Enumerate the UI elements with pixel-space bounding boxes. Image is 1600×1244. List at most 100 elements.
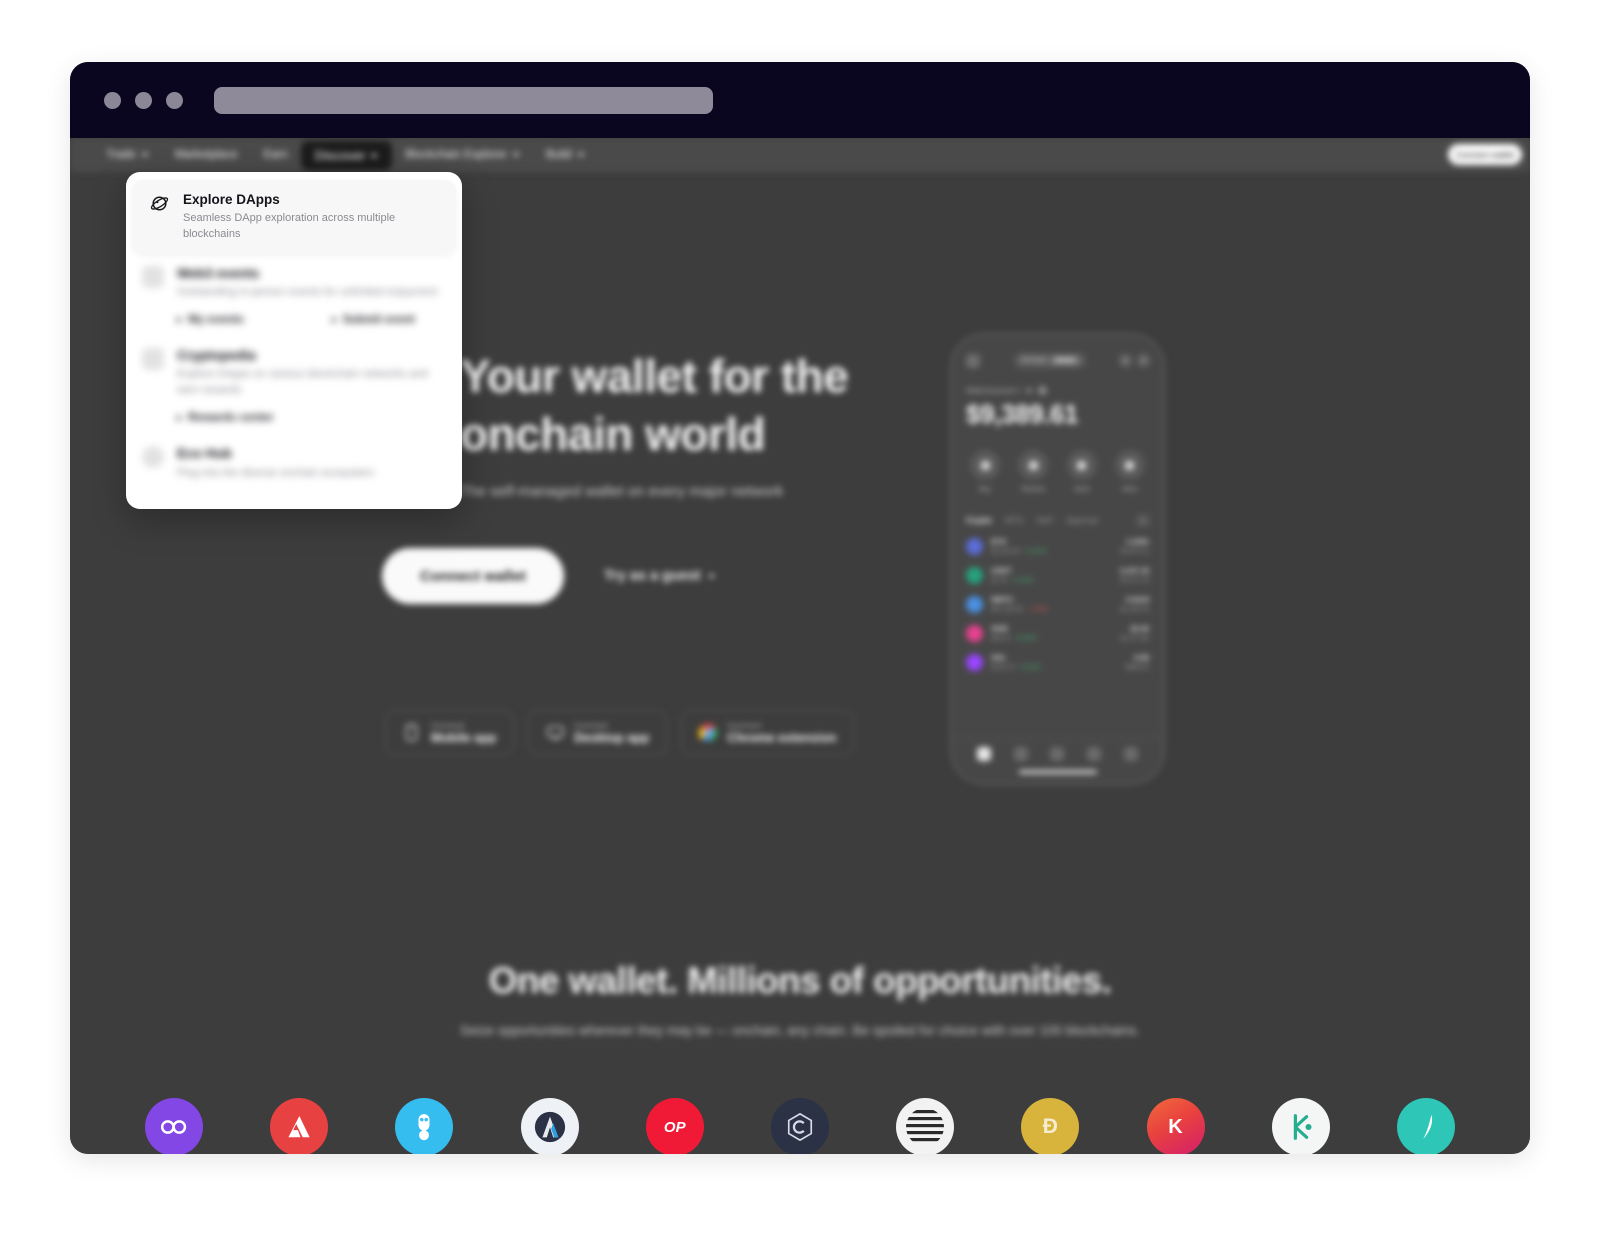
account-label: Web3 Account 1 <box>966 386 1021 395</box>
search-icon[interactable] <box>1138 355 1149 366</box>
sidebar-item-logo[interactable] <box>70 143 93 167</box>
dropdown-item-web3-events[interactable]: Web3 events Outstanding in-person events… <box>126 254 462 312</box>
phone-topbar: Onchain Mode <box>966 353 1149 368</box>
network-chip[interactable]: Onchain Mode <box>1014 353 1086 368</box>
scan-icon[interactable] <box>1120 355 1131 366</box>
maximize-dot[interactable] <box>166 91 183 109</box>
calendar-icon <box>142 266 164 289</box>
chevron-down-icon <box>576 153 585 157</box>
token-value: $996.04 <box>1125 664 1150 671</box>
token-price: $142.70 <box>991 664 1015 671</box>
nav-item-build[interactable]: Build <box>533 143 598 167</box>
token-change: +0.01% <box>1011 577 1034 584</box>
nav-item-discover-label: Discover <box>314 147 366 163</box>
token-value: $1,077.66 <box>1120 635 1149 642</box>
phone-tabs: Crypto NFTs DeFi Approval <box>966 515 1149 526</box>
chain-logo-bnb-chain[interactable] <box>395 1098 454 1154</box>
phone-mockup: Onchain Mode Web3 Account 1 $9,389.61 Bu… <box>950 333 1165 785</box>
minimize-dot[interactable] <box>135 91 152 109</box>
url-bar[interactable] <box>214 86 713 114</box>
list-item[interactable]: SOL $142.70 +4.02% 6.98 $996.04 <box>966 653 1149 671</box>
list-item[interactable]: WBTC $61,208.00 -1.08% 0.0218 $1,334.34 <box>966 595 1149 613</box>
chain-logo-conflux[interactable] <box>1396 1098 1455 1154</box>
tab-crypto[interactable]: Crypto <box>966 516 992 525</box>
discover-dropdown-panel: Explore DApps Seamless DApp exploration … <box>126 172 462 509</box>
site-viewport: Trade Marketplace Earn Discover Blockcha… <box>70 138 1530 1154</box>
sublink-rewards-center[interactable]: Rewards center <box>177 412 274 424</box>
nav-discover-icon[interactable] <box>1087 747 1102 761</box>
chain-logo-optimism[interactable]: OP <box>645 1098 704 1154</box>
list-item[interactable]: OKB $48.11 +0.92% 22.40 $1,077.66 <box>966 624 1149 642</box>
dropdown-sublinks-cryptopedia: Rewards center <box>126 410 462 434</box>
chevron-down-icon <box>1025 388 1034 393</box>
sublink-submit-event[interactable]: Submit event <box>331 314 415 326</box>
arrow-right-icon <box>177 317 182 324</box>
nav-item-trade[interactable]: Trade <box>93 143 162 167</box>
nav-settings-icon[interactable] <box>1123 747 1138 761</box>
dropdown-item-explore-dapps[interactable]: Explore DApps Seamless DApp exploration … <box>132 180 456 255</box>
chevron-down-icon <box>140 153 149 157</box>
chain-logo-label: OP <box>663 1118 686 1136</box>
opportunities-subtitle: Seize opportunities wherever they may be… <box>460 1023 1140 1038</box>
chain-logo-core[interactable] <box>770 1098 829 1154</box>
tab-nfts[interactable]: NFTs <box>1005 516 1024 525</box>
dropdown-blurred-group: Web3 events Outstanding in-person events… <box>126 254 462 492</box>
action-label: Receive <box>1021 486 1046 493</box>
token-symbol: USDT <box>991 566 1012 575</box>
close-dot[interactable] <box>104 91 121 109</box>
chain-logo-stellar[interactable] <box>896 1098 955 1154</box>
chain-logo-polygon[interactable] <box>145 1098 203 1154</box>
chain-logo-label: K <box>1168 1115 1183 1138</box>
sublink-label: Rewards center <box>188 412 274 425</box>
filter-icon[interactable] <box>1137 515 1149 526</box>
nav-swap-icon[interactable] <box>1050 747 1065 761</box>
eye-icon[interactable] <box>1038 386 1048 395</box>
chain-logo-dogecoin[interactable]: Ð <box>1021 1098 1080 1154</box>
nav-item-discover[interactable]: Discover <box>300 140 393 170</box>
chain-logo-arbitrum[interactable] <box>520 1098 579 1154</box>
nav-trade-icon[interactable] <box>1013 747 1028 761</box>
chain-logo-avalanche[interactable] <box>270 1098 329 1154</box>
nav-item-blockchain-explorer[interactable]: Blockchain Explorer <box>392 143 533 167</box>
dropdown-item-desc: Plug into the diverse onchain ecosystem <box>177 466 374 479</box>
action-buy[interactable]: Buy <box>970 450 1000 493</box>
tab-defi[interactable]: DeFi <box>1036 516 1053 525</box>
sublink-my-events[interactable]: My events <box>177 314 244 326</box>
account-selector[interactable]: Web3 Account 1 <box>966 386 1149 395</box>
nav-item-earn[interactable]: Earn <box>250 143 300 167</box>
download-desktop-app-button[interactable]: Download Desktop app <box>528 710 668 755</box>
dropdown-item-title: Cryptopedia <box>177 348 256 364</box>
try-as-guest-link[interactable]: Try as a guest <box>604 568 715 584</box>
download-chrome-extension-button[interactable]: Download Chrome extension <box>681 710 855 755</box>
network-chip-label: Onchain <box>1021 357 1048 364</box>
navbar-connect-wallet-button[interactable]: Connect wallet <box>1448 144 1522 165</box>
chain-logos-row: OP Ð K <box>70 1098 1530 1154</box>
list-item[interactable]: ETH $2,318.45 +2.31% 1.2391 $2,872.11 <box>966 537 1149 555</box>
dropdown-item-cryptopedia[interactable]: Cryptopedia Explore DApps on various blo… <box>126 336 462 410</box>
connect-wallet-button[interactable]: Connect wallet <box>382 548 564 604</box>
token-icon <box>966 624 983 642</box>
try-as-guest-label: Try as a guest <box>604 568 701 584</box>
dropdown-item-title: Eco Hub <box>177 446 232 462</box>
token-amount: 3,107.18 <box>1119 566 1149 575</box>
chain-logo-klaytn[interactable]: K <box>1146 1098 1205 1154</box>
arrow-up-icon <box>1066 450 1097 480</box>
tab-approval[interactable]: Approval <box>1066 516 1098 525</box>
page-root: Trade Marketplace Earn Discover Blockcha… <box>0 0 1600 1244</box>
arrow-down-icon <box>1018 450 1049 480</box>
action-send[interactable]: Send <box>1066 450 1097 493</box>
list-item[interactable]: USDT $1.00 +0.01% 3,107.18 $3,107.18 <box>966 566 1149 584</box>
avatar[interactable] <box>966 353 980 368</box>
nav-item-marketplace[interactable]: Marketplace <box>162 143 251 167</box>
dropdown-item-desc: Explore DApps on various blockchain netw… <box>177 368 428 397</box>
nav-wallet-icon[interactable] <box>977 747 992 761</box>
action-receive[interactable]: Receive <box>1018 450 1049 493</box>
action-more[interactable]: More <box>1114 450 1145 493</box>
chain-logo-kucoin-chain[interactable] <box>1271 1098 1330 1154</box>
download-mobile-app-button[interactable]: Download Mobile app <box>385 710 515 755</box>
browser-window: Trade Marketplace Earn Discover Blockcha… <box>70 62 1530 1154</box>
token-change: +4.02% <box>1018 664 1041 671</box>
dropdown-item-eco-hub[interactable]: Eco Hub Plug into the diverse onchain ec… <box>126 434 462 492</box>
dots-icon <box>1114 450 1145 480</box>
phone-actions: Buy Receive Send More <box>966 450 1149 493</box>
